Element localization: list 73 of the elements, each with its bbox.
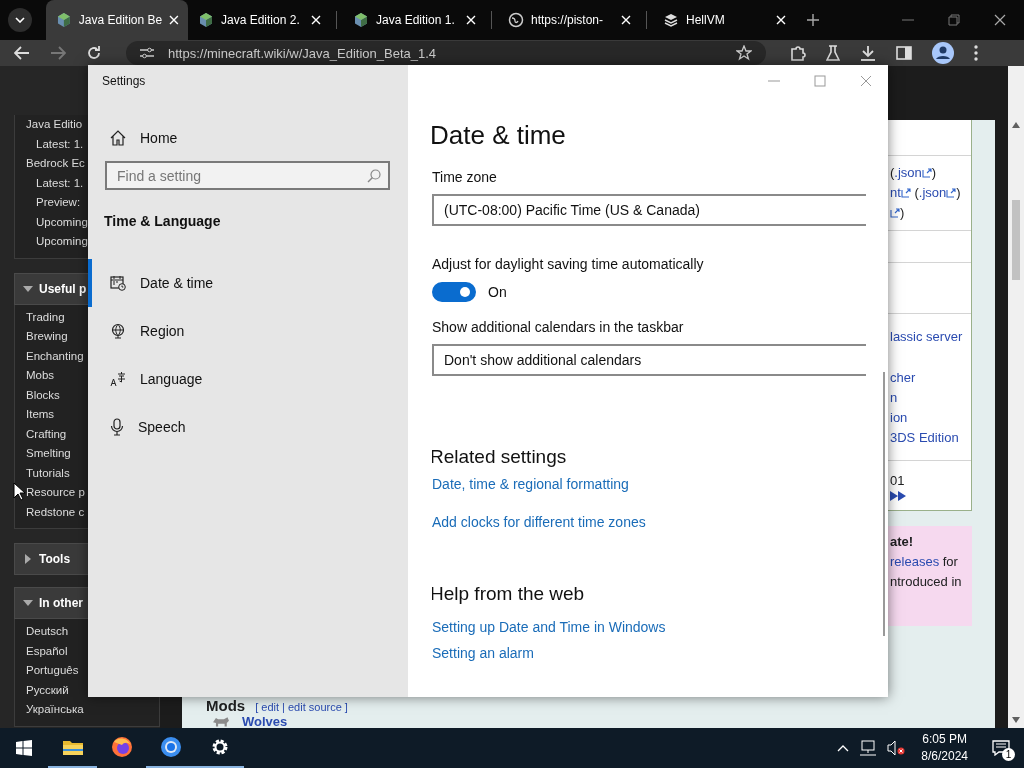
sidebar-link[interactable]: Tutorials: [26, 463, 70, 483]
dropdown[interactable]: Don't show additional calendars: [432, 344, 866, 376]
section-heading: Help from the web: [432, 583, 586, 605]
text: ): [956, 184, 961, 202]
sidebar-link[interactable]: Bedrock Ec: [26, 154, 85, 174]
edit-link[interactable]: [ edit | edit source ]: [255, 699, 348, 715]
text: for: [941, 553, 958, 571]
sidebar-link[interactable]: Smelting: [26, 444, 71, 464]
sidebar-link[interactable]: Crafting: [26, 424, 67, 444]
link[interactable]: Add clocks for different time zones: [432, 514, 866, 530]
section-heading: Related settings: [432, 446, 568, 468]
toggle-state: On: [488, 284, 507, 300]
browser-tab[interactable]: Java Edition 1.: [343, 0, 485, 40]
text: 01: [890, 471, 905, 490]
sidebar-link[interactable]: Deutsch: [26, 622, 69, 642]
link[interactable]: lassic server: [890, 326, 963, 347]
text: ): [900, 204, 905, 222]
text: (: [890, 164, 895, 182]
sidebar-link[interactable]: Brewing: [26, 327, 68, 347]
sidebar-link[interactable]: Redstone c: [26, 502, 85, 522]
text: (: [913, 184, 919, 202]
sidebar-link[interactable]: Português: [26, 661, 79, 681]
sidebar-link[interactable]: Enchanting: [26, 346, 84, 366]
field-label: Show additional calendars in the taskbar: [432, 319, 685, 335]
notification-count: 1: [1002, 748, 1015, 761]
clock[interactable]: 6:05 PM 8/6/2024: [915, 731, 978, 765]
link[interactable]: .json: [918, 183, 947, 203]
dropdown[interactable]: (UTC-08:00) Pacific Time (US & Canada): [432, 194, 866, 226]
browser-tab[interactable]: Java Edition 2.: [188, 0, 330, 40]
field-label: Time zone: [432, 169, 498, 185]
nav-item[interactable]: Speech: [88, 403, 408, 451]
section-heading: Mods: [206, 698, 246, 714]
text: ntroduced in: [890, 573, 962, 591]
sidebar-link[interactable]: Java Editio: [26, 115, 83, 135]
sidebar-link[interactable]: Resource p: [26, 483, 85, 503]
sidebar-link[interactable]: Русский: [26, 680, 69, 700]
page-title: Date & time: [432, 120, 567, 151]
sidebar-link[interactable]: Trading: [26, 307, 65, 327]
sidebar-link[interactable]: Latest: 1.: [36, 173, 84, 193]
sidebar-link[interactable]: Español: [26, 641, 68, 661]
sidebar-link[interactable]: Українська: [26, 700, 84, 720]
address-bar[interactable]: https://minecraft.wiki/w/Java_Edition_Beta_1.4: [126, 41, 766, 65]
link[interactable]: nt: [890, 183, 901, 203]
link[interactable]: n: [890, 387, 898, 408]
sidebar-link[interactable]: Mobs: [26, 366, 55, 386]
sidebar-link[interactable]: Latest: 1.: [36, 134, 84, 154]
sidebar-link[interactable]: Upcoming: [36, 232, 88, 252]
field-label: Adjust for daylight saving time automatically: [432, 256, 705, 272]
link[interactable]: Date, time & regional formatting: [432, 476, 866, 492]
nav-item[interactable]: Region: [88, 307, 408, 355]
home-link[interactable]: Home: [88, 124, 408, 152]
section-heading: Time & Language: [103, 213, 222, 229]
link[interactable]: Wolves: [242, 713, 288, 729]
text: ): [931, 164, 937, 182]
browser-tab[interactable]: HellVM: [653, 0, 795, 40]
link[interactable]: releases: [890, 552, 940, 572]
browser-tab[interactable]: https://piston-: [498, 0, 640, 40]
link[interactable]: ion: [890, 407, 908, 428]
link[interactable]: 3DS Edition: [890, 427, 959, 448]
link[interactable]: cher: [890, 367, 916, 388]
browser-tab[interactable]: Java Edition Be: [46, 0, 188, 40]
nav-item[interactable]: Language: [88, 355, 408, 403]
sidebar-link[interactable]: Blocks: [26, 385, 60, 405]
text: ate!: [890, 533, 914, 551]
link[interactable]: Setting an alarm: [432, 645, 866, 661]
link[interactable]: .json: [894, 163, 922, 183]
sidebar-link[interactable]: Items: [26, 405, 55, 425]
link[interactable]: Setting up Date and Time in Windows: [432, 619, 866, 635]
sidebar-link[interactable]: Preview:: [36, 193, 81, 213]
notifications-button[interactable]: 1: [978, 728, 1024, 768]
search-field[interactable]: Find a setting: [105, 161, 390, 190]
sidebar-link[interactable]: Upcoming: [36, 212, 88, 232]
window-title: Settings: [101, 74, 147, 90]
